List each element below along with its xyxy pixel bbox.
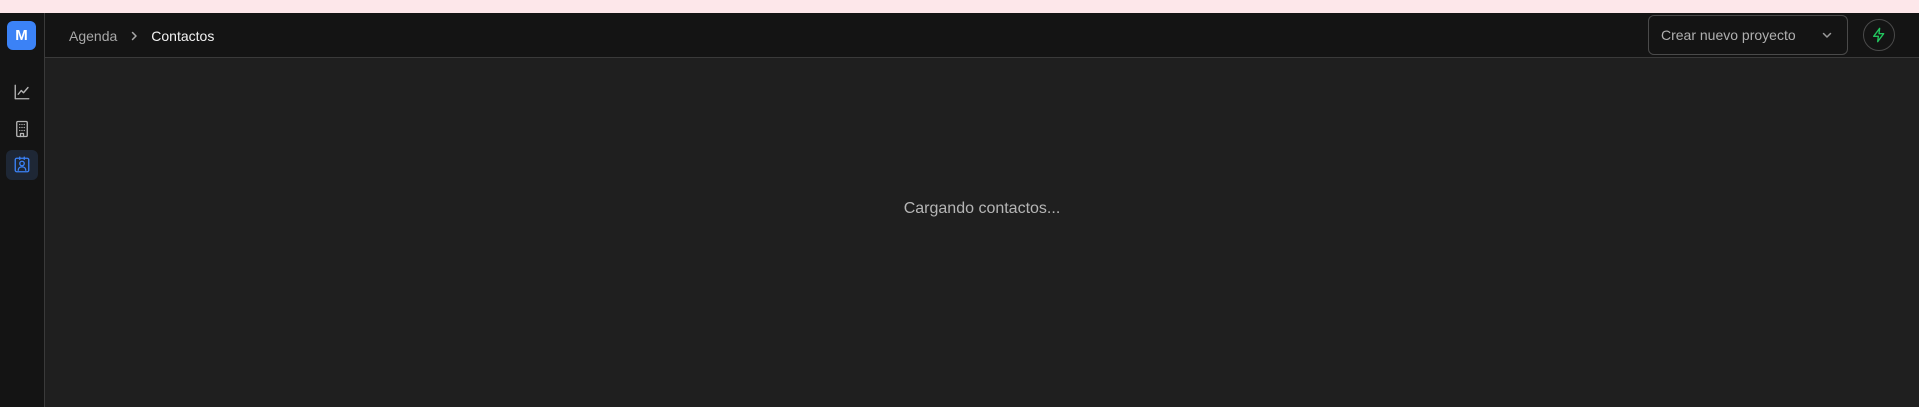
logo-letter: M — [15, 27, 28, 44]
breadcrumb-parent-link[interactable]: Agenda — [69, 28, 117, 44]
lightning-bolt-icon — [1873, 27, 1885, 43]
breadcrumb-chevron-right-icon — [129, 31, 139, 41]
main-content: Cargando contactos... — [45, 58, 1919, 407]
sidebar-item-contacts[interactable] — [6, 150, 38, 180]
top-header: Agenda Contactos Crear nuevo proyecto — [45, 13, 1919, 58]
chevron-down-icon — [1822, 32, 1832, 38]
building-icon — [16, 120, 28, 138]
top-banner-strip — [0, 0, 1919, 13]
breadcrumb: Agenda Contactos — [69, 13, 214, 58]
contact-card-icon — [14, 156, 30, 173]
sidebar-item-analytics[interactable] — [6, 77, 38, 107]
breadcrumb-current: Contactos — [151, 27, 215, 44]
project-select[interactable]: Crear nuevo proyecto — [1648, 15, 1848, 55]
loading-message: Cargando contactos... — [903, 200, 1061, 217]
line-chart-icon — [14, 84, 30, 100]
app-logo[interactable]: M — [7, 21, 36, 50]
sidebar-item-companies[interactable] — [6, 114, 38, 144]
quick-action-button[interactable] — [1863, 19, 1895, 51]
sidebar: M — [0, 13, 45, 407]
project-select-value: Crear nuevo proyecto — [1661, 27, 1796, 43]
